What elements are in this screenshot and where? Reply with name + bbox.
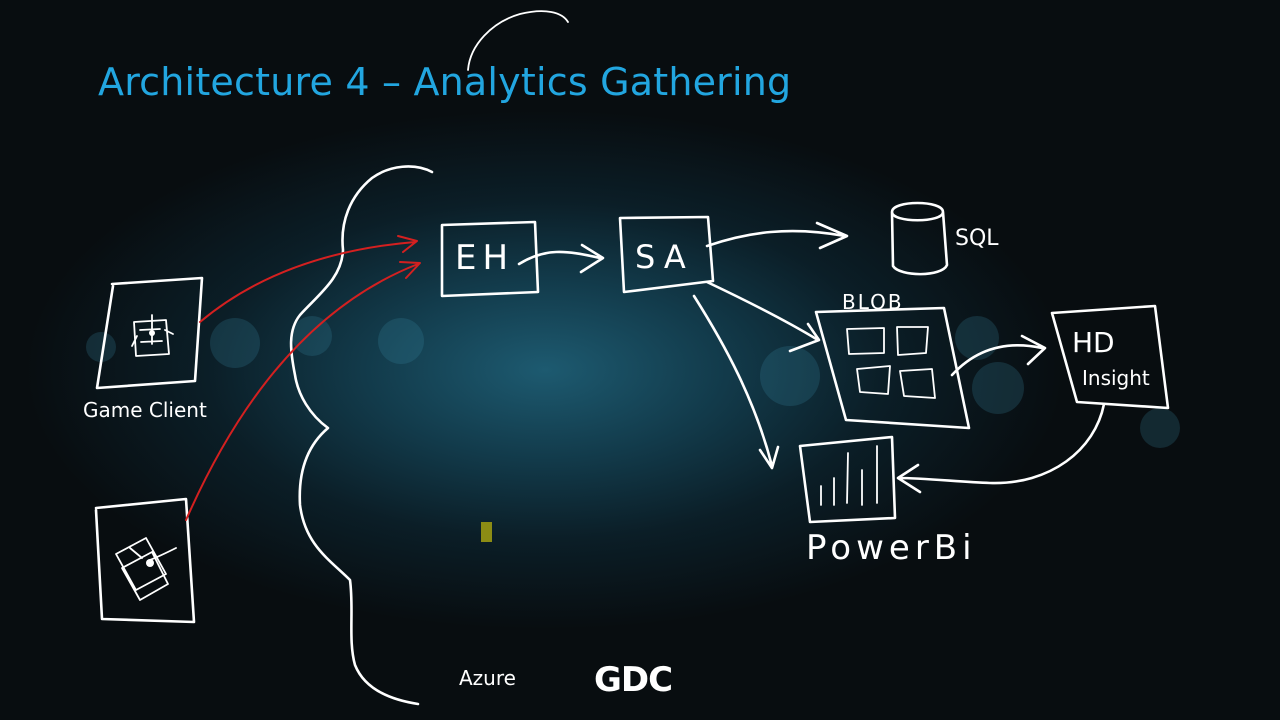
scribble-stroke	[467, 10, 569, 71]
blob-to-hd-arrow	[950, 334, 1047, 377]
azure-footer: Azure	[459, 666, 516, 690]
azure-brace	[289, 165, 434, 706]
sql-cylinder	[890, 201, 949, 276]
blob-squares	[846, 326, 936, 399]
insight-label: Insight	[1082, 366, 1150, 390]
hd-label: HD	[1072, 326, 1115, 359]
sa-label: SA	[635, 238, 694, 276]
gdc-logo: GDC	[594, 660, 673, 700]
mobile-client-icon	[115, 537, 177, 601]
blob-label: BLOB	[842, 290, 904, 314]
sa-to-sql-arrow	[705, 221, 849, 250]
eh-to-sa-arrow	[517, 243, 605, 274]
blob-box	[814, 306, 971, 430]
mobile-to-eh-arrow	[185, 261, 421, 521]
sql-label: SQL	[955, 226, 999, 251]
game-client-label: Game Client	[83, 398, 207, 422]
sa-to-powerbi-arrow	[692, 294, 780, 470]
mobile-icon-dot	[146, 559, 154, 567]
eh-label: EH	[455, 238, 515, 278]
cursor-marker	[481, 522, 492, 542]
powerbi-bars	[820, 445, 878, 506]
powerbi-label: PowerBi	[806, 528, 977, 568]
hd-to-powerbi-arrow	[896, 402, 1106, 494]
mobile-client-box	[94, 497, 196, 624]
game-client-icon-dot	[149, 330, 155, 336]
architecture-sketch	[94, 10, 1170, 706]
sa-to-blob-arrow	[705, 280, 821, 353]
